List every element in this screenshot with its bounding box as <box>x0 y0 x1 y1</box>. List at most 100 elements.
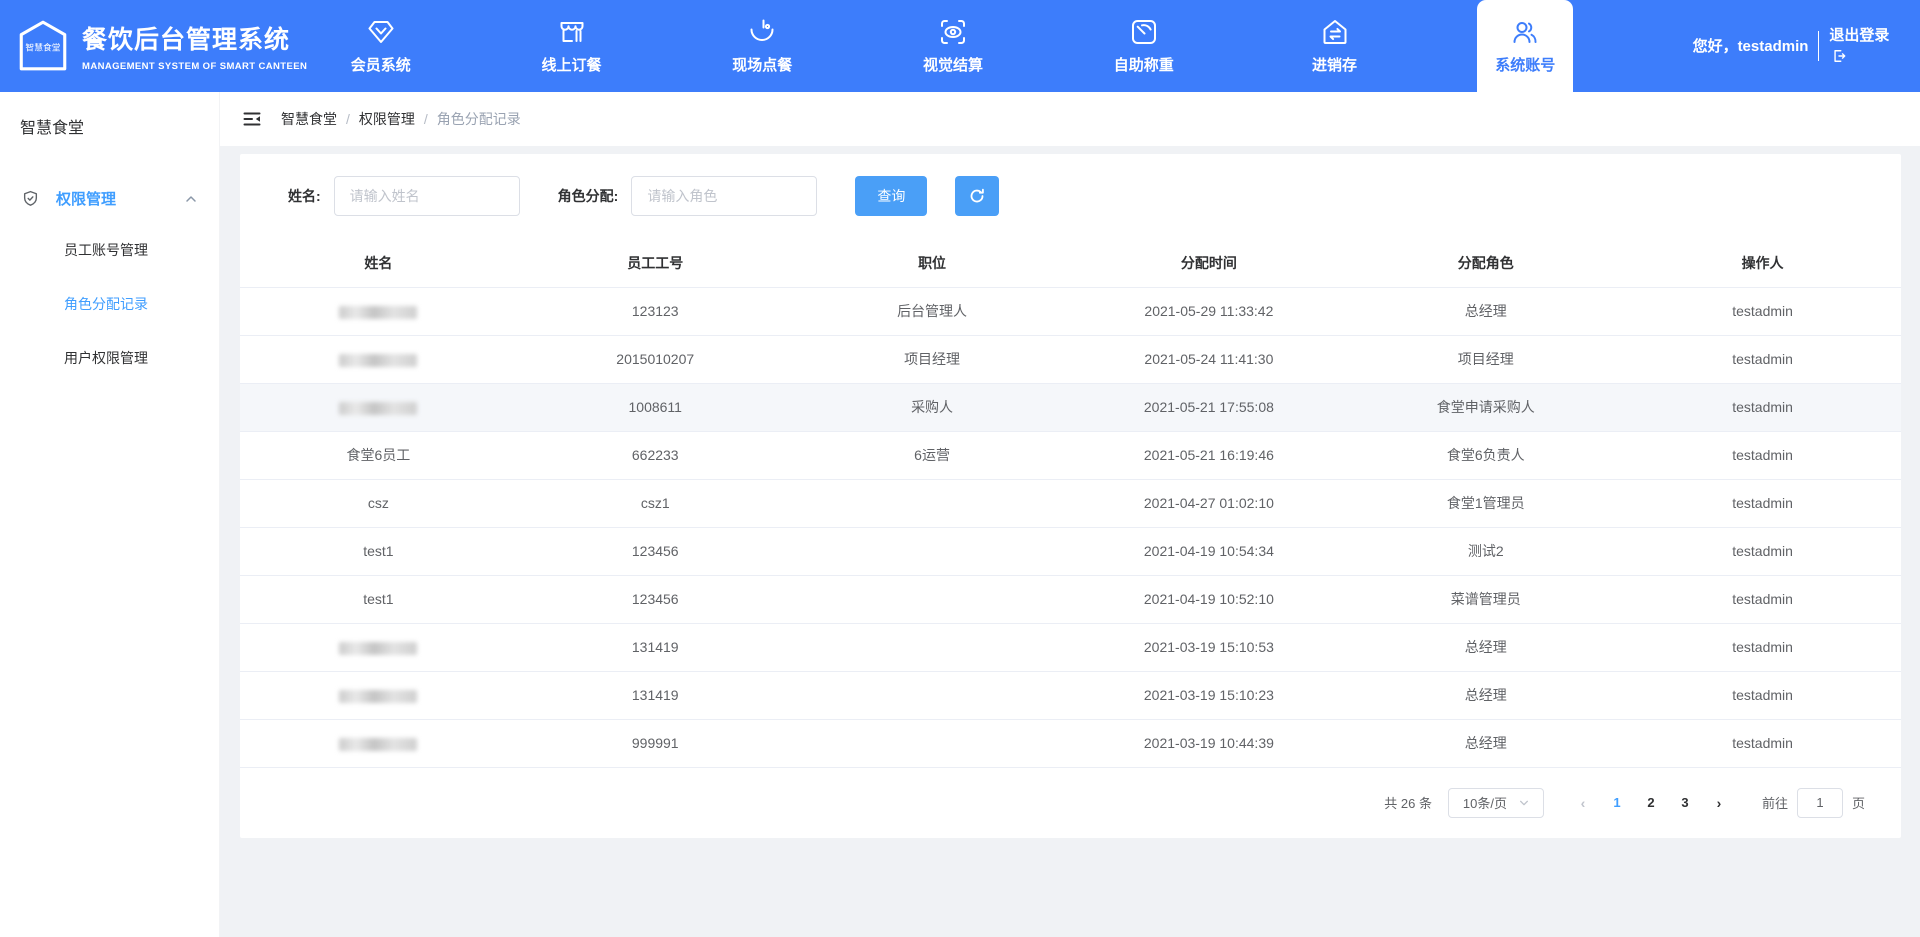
page-size-value: 10条/页 <box>1463 793 1507 812</box>
content-card: 姓名: 角色分配: 查询 姓名员工工号职位分配时间分配角色操作人 123123后… <box>240 154 1901 838</box>
cell-name: test1 <box>240 527 517 575</box>
main-area: 智慧食堂/权限管理/角色分配记录 姓名: 角色分配: 查询 <box>220 92 1920 937</box>
nav-item-system-account[interactable]: 系统账号 <box>1477 0 1573 92</box>
redacted-name <box>339 402 417 415</box>
sidebar: 智慧食堂 权限管理 员工账号管理角色分配记录用户权限管理 <box>0 92 220 937</box>
column-header: 分配角色 <box>1347 239 1624 287</box>
nav-item-label: 视觉结算 <box>923 54 983 75</box>
shield-icon <box>22 190 39 207</box>
cell-operator: testadmin <box>1624 719 1901 767</box>
top-nav: 会员系统 线上订餐现场点餐 视觉结算 自助称重 进销存系统账号 <box>238 0 1668 92</box>
redacted-name <box>339 354 417 367</box>
cell-assigned-role: 食堂申请采购人 <box>1347 383 1624 431</box>
app-logo-icon: 智慧食堂 <box>14 17 72 75</box>
page-button-2[interactable]: 2 <box>1636 788 1666 818</box>
sidebar-item-role-assignments[interactable]: 角色分配记录 <box>0 277 219 331</box>
cell-employee-id: 2015010207 <box>517 335 794 383</box>
logout-button[interactable]: 退出登录 <box>1829 25 1895 67</box>
cell-assigned-role: 总经理 <box>1347 719 1624 767</box>
cell-employee-id: 123123 <box>517 287 794 335</box>
role-filter-input[interactable] <box>631 176 817 216</box>
sidebar-item-staff-accounts[interactable]: 员工账号管理 <box>0 223 219 277</box>
search-button[interactable]: 查询 <box>855 176 927 216</box>
cell-assigned-role: 项目经理 <box>1347 335 1624 383</box>
cell-employee-id: 1008611 <box>517 383 794 431</box>
nav-item-onsite-order[interactable]: 现场点餐 <box>714 0 810 92</box>
page-button-1[interactable]: 1 <box>1602 788 1632 818</box>
account-area: 您好，testadmin 退出登录 <box>1668 0 1920 92</box>
storefront-icon <box>557 17 587 47</box>
breadcrumb-segment: 角色分配记录 <box>437 109 521 129</box>
filter-row: 姓名: 角色分配: 查询 <box>240 154 1901 216</box>
cell-operator: testadmin <box>1624 335 1901 383</box>
table-header-row: 姓名员工工号职位分配时间分配角色操作人 <box>240 239 1901 287</box>
redacted-name <box>339 642 417 655</box>
cell-operator: testadmin <box>1624 671 1901 719</box>
cell-employee-id: 999991 <box>517 719 794 767</box>
cell-assigned-time: 2021-05-21 16:19:46 <box>1070 431 1347 479</box>
nav-item-online-order[interactable]: 线上订餐 <box>524 0 620 92</box>
cell-assigned-time: 2021-03-19 15:10:23 <box>1070 671 1347 719</box>
table-row: 1314192021-03-19 15:10:53总经理testadmin <box>240 623 1901 671</box>
name-filter-input[interactable] <box>334 176 520 216</box>
cell-position: 项目经理 <box>794 335 1071 383</box>
table-row: test11234562021-04-19 10:54:34测试2testadm… <box>240 527 1901 575</box>
refresh-button[interactable] <box>955 176 999 216</box>
page-size-select[interactable]: 10条/页 <box>1448 788 1544 818</box>
warehouse-icon <box>1320 17 1350 47</box>
nav-item-inventory[interactable]: 进销存 <box>1287 0 1383 92</box>
table-row: 1314192021-03-19 15:10:23总经理testadmin <box>240 671 1901 719</box>
column-header: 员工工号 <box>517 239 794 287</box>
bowl-icon <box>747 17 777 47</box>
cell-assigned-time: 2021-04-19 10:52:10 <box>1070 575 1347 623</box>
table-row: cszcsz12021-04-27 01:02:10食堂1管理员testadmi… <box>240 479 1901 527</box>
chevron-up-icon <box>185 193 197 205</box>
scale-icon <box>1129 17 1159 47</box>
cell-employee-id: 123456 <box>517 527 794 575</box>
prev-page-button[interactable]: ‹ <box>1568 788 1598 818</box>
table-row: test11234562021-04-19 10:52:10菜谱管理员testa… <box>240 575 1901 623</box>
breadcrumb-segment[interactable]: 智慧食堂 <box>281 109 337 129</box>
cell-position <box>794 479 1071 527</box>
content-area: 姓名: 角色分配: 查询 姓名员工工号职位分配时间分配角色操作人 123123后… <box>220 146 1920 937</box>
cell-assigned-time: 2021-04-27 01:02:10 <box>1070 479 1347 527</box>
cell-operator: testadmin <box>1624 383 1901 431</box>
breadcrumb-segment[interactable]: 权限管理 <box>359 109 415 129</box>
cell-employee-id: 662233 <box>517 431 794 479</box>
cell-position <box>794 671 1071 719</box>
cell-name <box>240 719 517 767</box>
redacted-name <box>339 738 417 751</box>
svg-text:智慧食堂: 智慧食堂 <box>25 42 60 53</box>
cell-name <box>240 671 517 719</box>
cell-position: 6运营 <box>794 431 1071 479</box>
logout-label: 退出登录 <box>1829 27 1889 44</box>
table-row: 食堂6员工6622336运营2021-05-21 16:19:46食堂6负责人t… <box>240 431 1901 479</box>
sidebar-collapse-icon[interactable] <box>242 109 262 129</box>
cell-position <box>794 719 1071 767</box>
cell-position <box>794 527 1071 575</box>
sidebar-submenu: 员工账号管理角色分配记录用户权限管理 <box>0 223 219 385</box>
table-row: 2015010207项目经理2021-05-24 11:41:30项目经理tes… <box>240 335 1901 383</box>
cell-assigned-role: 总经理 <box>1347 671 1624 719</box>
pager: ‹ 123 › <box>1568 788 1734 818</box>
nav-item-vision-billing[interactable]: 视觉结算 <box>905 0 1001 92</box>
nav-item-membership[interactable]: 会员系统 <box>333 0 429 92</box>
cell-assigned-role: 总经理 <box>1347 287 1624 335</box>
nav-item-label: 系统账号 <box>1495 54 1555 75</box>
goto-page-input[interactable] <box>1797 788 1843 818</box>
page-button-3[interactable]: 3 <box>1670 788 1700 818</box>
cell-assigned-role: 总经理 <box>1347 623 1624 671</box>
sidebar-item-user-permissions[interactable]: 用户权限管理 <box>0 331 219 385</box>
cell-assigned-role: 菜谱管理员 <box>1347 575 1624 623</box>
next-page-button[interactable]: › <box>1704 788 1734 818</box>
cell-assigned-role: 食堂1管理员 <box>1347 479 1624 527</box>
breadcrumb: 智慧食堂/权限管理/角色分配记录 <box>281 109 521 129</box>
goto-page: 前往 页 <box>1762 788 1865 818</box>
breadcrumb-separator: / <box>346 111 350 127</box>
sidebar-menu-permissions[interactable]: 权限管理 <box>0 174 219 223</box>
nav-item-label: 现场点餐 <box>732 54 792 75</box>
cell-name: test1 <box>240 575 517 623</box>
nav-item-label: 自助称重 <box>1114 54 1174 75</box>
cell-position <box>794 623 1071 671</box>
nav-item-self-weighing[interactable]: 自助称重 <box>1096 0 1192 92</box>
